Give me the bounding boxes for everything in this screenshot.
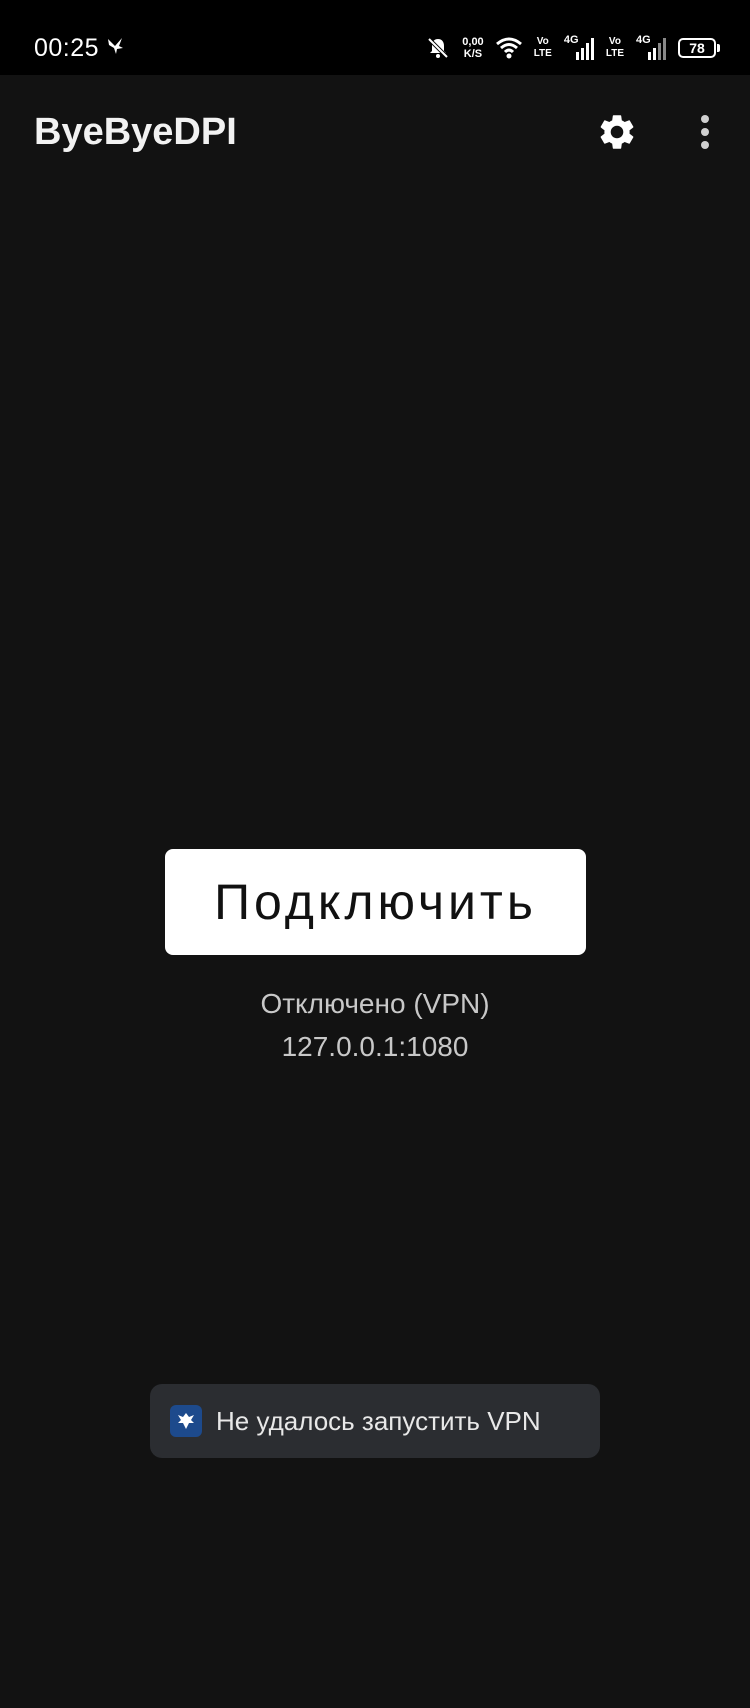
sim1-signal: 4G bbox=[564, 34, 594, 62]
settings-button[interactable] bbox=[592, 109, 642, 159]
sim2-volte: Vo LTE bbox=[606, 36, 624, 60]
sim2-volte-top: Vo bbox=[608, 36, 621, 47]
gear-icon bbox=[596, 111, 638, 158]
sim1-volte: Vo LTE bbox=[534, 36, 552, 60]
connect-button[interactable]: Подключить bbox=[165, 849, 586, 955]
battery-level: 78 bbox=[689, 40, 705, 56]
sim2-signal: 4G bbox=[636, 34, 666, 62]
net-speed-value: 0,00 bbox=[462, 36, 484, 48]
battery-body: 78 bbox=[678, 38, 716, 58]
battery-icon: 78 bbox=[678, 38, 720, 58]
net-speed-unit: K/S bbox=[463, 48, 483, 60]
sim2-volte-bottom: LTE bbox=[605, 48, 624, 59]
sim1-volte-bottom: LTE bbox=[533, 48, 552, 59]
sim1-volte-top: Vo bbox=[536, 36, 549, 47]
net-speed: 0,00 K/S bbox=[462, 36, 483, 60]
bell-muted-icon bbox=[426, 36, 450, 60]
wifi-icon bbox=[495, 37, 522, 59]
bird-icon bbox=[106, 36, 126, 56]
app-bar: ByeByeDPI bbox=[0, 75, 750, 195]
overflow-menu-button[interactable] bbox=[690, 109, 720, 159]
connection-status: Отключено (VPN) bbox=[260, 988, 490, 1019]
app-icon bbox=[170, 1405, 202, 1437]
status-icons: 0,00 K/S Vo LTE 4G Vo LTE 4G 78 bbox=[426, 30, 720, 66]
status-bar: 00:25 0,00 K/S Vo LTE 4G Vo LTE 4G 78 bbox=[0, 0, 750, 75]
app-title: ByeByeDPI bbox=[34, 111, 237, 153]
more-vert-icon bbox=[700, 114, 710, 155]
toast: Не удалось запустить VPN bbox=[150, 1384, 600, 1458]
toast-message: Не удалось запустить VPN bbox=[216, 1405, 541, 1436]
status-time: 00:25 bbox=[34, 34, 100, 62]
battery-tip bbox=[717, 44, 720, 52]
proxy-address: 127.0.0.1:1080 bbox=[281, 1031, 469, 1062]
